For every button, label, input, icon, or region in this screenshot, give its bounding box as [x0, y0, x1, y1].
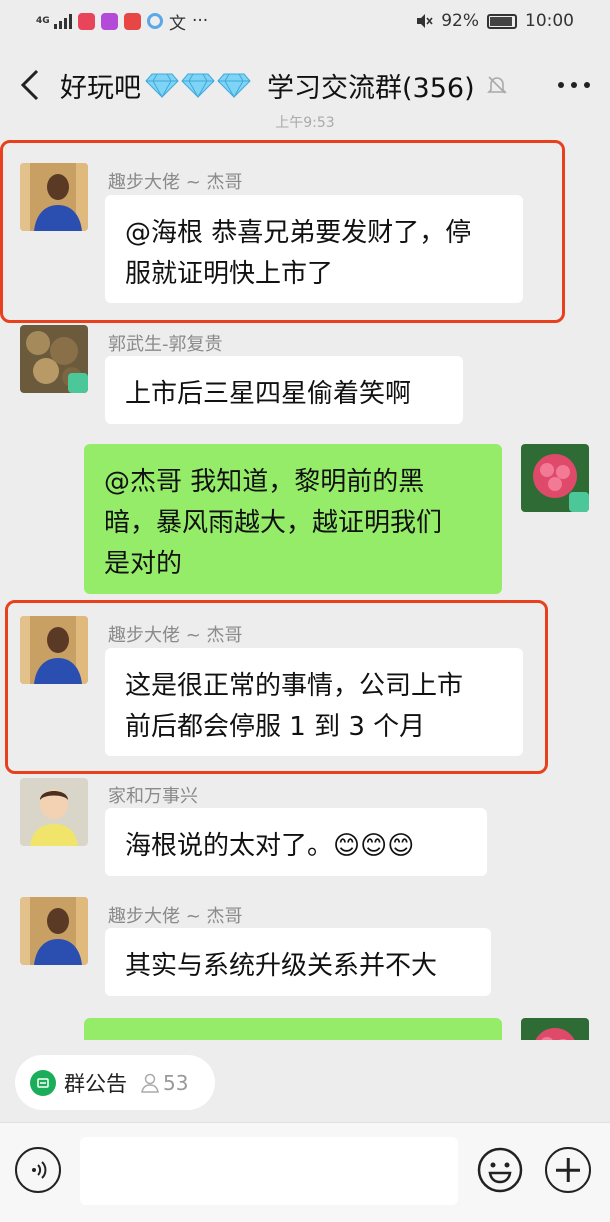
voice-icon: [32, 1161, 47, 1179]
message-bubble[interactable]: 海根说的太对了。😊😊😊: [105, 808, 487, 876]
message-input[interactable]: [80, 1137, 458, 1205]
status-bar: 4G 文 ··· 92% 10:00: [0, 0, 610, 42]
notice-icon: [30, 1069, 56, 1096]
message-line: @杰哥 我知道，黎明前的黑: [104, 467, 425, 497]
message-line: 其实与系统升级关系并不大: [125, 951, 438, 981]
plus-button[interactable]: [545, 1147, 591, 1193]
group-name: 好玩吧: [60, 72, 141, 104]
message-line: 这是很正常的事情，公司上市: [125, 671, 464, 701]
avatar[interactable]: [20, 778, 88, 846]
bell-muted-icon: [486, 76, 507, 94]
signal-icon: [54, 13, 72, 29]
message-timestamp: 上午9:53: [275, 115, 335, 128]
sender-name: 趣步大佬 ~ 杰哥: [108, 172, 243, 193]
app-notification-icon: [78, 12, 95, 30]
avatar[interactable]: [521, 444, 589, 512]
message-bubble[interactable]: @杰哥 我知道，黎明前的黑 暗，暴风雨越大，越证明我们 是对的: [84, 444, 502, 594]
message-line: 服就证明快上市了: [125, 259, 334, 289]
sender-name: 郭武生-郭复贵: [108, 334, 223, 355]
avatar[interactable]: [20, 616, 88, 684]
message-line: 是对的: [104, 549, 183, 579]
network-type: 4G: [36, 15, 50, 26]
message-line: 前后都会停服 1 到 3 个月: [125, 712, 426, 742]
message-line: 上市后三星四星偷着笑啊: [125, 379, 412, 409]
chevron-left-icon: [20, 69, 39, 101]
message-bubble[interactable]: @海根 恭喜兄弟要发财了，停 服就证明快上市了: [105, 195, 523, 303]
member-icon: [141, 1073, 159, 1093]
diamond-icon: [181, 73, 215, 98]
message-line: @海根 恭喜兄弟要发财了，停: [125, 218, 472, 248]
notice-label: 群公告: [64, 1071, 127, 1096]
translate-icon: 文: [169, 13, 186, 34]
message-bubble[interactable]: 上市后三星四星偷着笑啊: [105, 356, 463, 424]
diamond-icon: [145, 73, 179, 98]
sender-name: 趣步大佬 ~ 杰哥: [108, 906, 243, 927]
group-subtitle: 学习交流群(356): [267, 72, 475, 104]
video-app-icon: [101, 12, 118, 30]
chat-title[interactable]: 好玩吧 学习交流群(356): [60, 66, 475, 105]
voice-button[interactable]: [15, 1147, 61, 1193]
input-bar: [0, 1122, 610, 1222]
notice-area: 群公告 53: [0, 1040, 610, 1122]
avatar[interactable]: [20, 325, 88, 393]
browser-icon: [147, 13, 163, 29]
mute-icon: [417, 14, 433, 28]
clock: 10:00: [525, 11, 574, 31]
sender-name: 家和万事兴: [108, 786, 198, 807]
more-dots-icon[interactable]: [558, 82, 590, 88]
sender-name: 趣步大佬 ~ 杰哥: [108, 625, 243, 646]
battery-percent: 92%: [441, 11, 479, 31]
message-line: 暗，暴风雨越大，越证明我们: [104, 508, 443, 538]
message-bubble[interactable]: 其实与系统升级关系并不大: [105, 928, 491, 996]
avatar[interactable]: [20, 163, 88, 231]
diamond-icon: [217, 73, 251, 98]
message-line: 海根说的太对了。😊😊😊: [125, 831, 415, 861]
group-notice-button[interactable]: 群公告 53: [15, 1055, 215, 1110]
status-more: ···: [192, 11, 209, 31]
message-bubble[interactable]: 这是很正常的事情，公司上市 前后都会停服 1 到 3 个月: [105, 648, 523, 756]
member-count: 53: [163, 1070, 189, 1095]
battery-icon: [487, 13, 517, 29]
news-app-icon: [124, 12, 141, 30]
emoji-icon[interactable]: [477, 1147, 523, 1193]
avatar[interactable]: [20, 897, 88, 965]
